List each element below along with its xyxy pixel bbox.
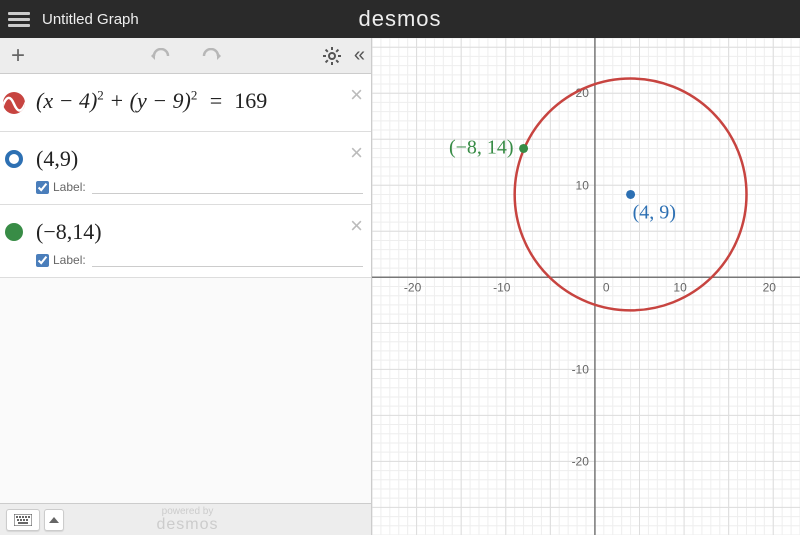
collapse-panel-icon[interactable]: « — [354, 44, 365, 67]
app-header: Untitled Graph desmos — [0, 0, 800, 38]
expression-row[interactable]: (4,9) Label: × — [0, 132, 371, 205]
svg-text:10: 10 — [576, 178, 590, 192]
svg-text:(−8, 14): (−8, 14) — [449, 136, 514, 158]
menu-icon[interactable] — [8, 8, 30, 30]
label-checkbox[interactable] — [36, 254, 49, 267]
svg-text:-20: -20 — [404, 280, 422, 294]
graph-area[interactable]: -20-1001020-20-101020(4, 9)(−8, 14) — [372, 38, 800, 535]
workspace: + « (x − 4)2 + (y − 9)2 = 169 — [0, 38, 800, 535]
keypad-expand-icon[interactable] — [44, 509, 64, 531]
delete-expression-icon[interactable]: × — [350, 213, 363, 239]
label-input[interactable] — [92, 253, 363, 267]
svg-text:10: 10 — [673, 280, 687, 294]
expression-latex[interactable]: (x − 4)2 + (y − 9)2 = 169 — [28, 74, 371, 131]
keyboard-icon[interactable] — [6, 509, 40, 531]
svg-text:0: 0 — [603, 280, 610, 294]
undo-icon[interactable] — [150, 48, 172, 64]
expression-toolbar: + « — [0, 38, 371, 74]
delete-expression-icon[interactable]: × — [350, 82, 363, 108]
expression-indicator[interactable] — [0, 132, 28, 204]
expression-row[interactable]: (x − 4)2 + (y − 9)2 = 169 × — [0, 74, 371, 132]
label-text: Label: — [53, 253, 86, 267]
delete-expression-icon[interactable]: × — [350, 140, 363, 166]
keypad-bar: powered by desmos — [0, 503, 371, 535]
label-checkbox[interactable] — [36, 181, 49, 194]
redo-icon[interactable] — [200, 48, 222, 64]
expression-indicator[interactable] — [0, 74, 28, 131]
add-expression-button[interactable]: + — [6, 42, 30, 70]
label-text: Label: — [53, 180, 86, 194]
label-input[interactable] — [92, 180, 363, 194]
svg-text:-20: -20 — [572, 454, 590, 468]
label-row: Label: — [36, 172, 363, 194]
brand-logo: desmos — [358, 6, 441, 32]
gear-icon[interactable] — [322, 46, 342, 66]
expression-panel: + « (x − 4)2 + (y − 9)2 = 169 — [0, 38, 372, 535]
expression-list: (x − 4)2 + (y − 9)2 = 169 × (4,9) Label: — [0, 74, 371, 503]
powered-by: powered by desmos — [156, 507, 218, 533]
svg-text:(4, 9): (4, 9) — [633, 201, 676, 223]
svg-text:20: 20 — [763, 280, 777, 294]
label-row: Label: — [36, 245, 363, 267]
svg-text:-10: -10 — [493, 280, 511, 294]
expression-latex[interactable]: (−8,14) Label: — [28, 205, 371, 277]
expression-indicator[interactable] — [0, 205, 28, 277]
graph-title[interactable]: Untitled Graph — [42, 11, 139, 28]
svg-text:-10: -10 — [572, 362, 590, 376]
expression-latex[interactable]: (4,9) Label: — [28, 132, 371, 204]
expression-row[interactable]: (−8,14) Label: × — [0, 205, 371, 278]
